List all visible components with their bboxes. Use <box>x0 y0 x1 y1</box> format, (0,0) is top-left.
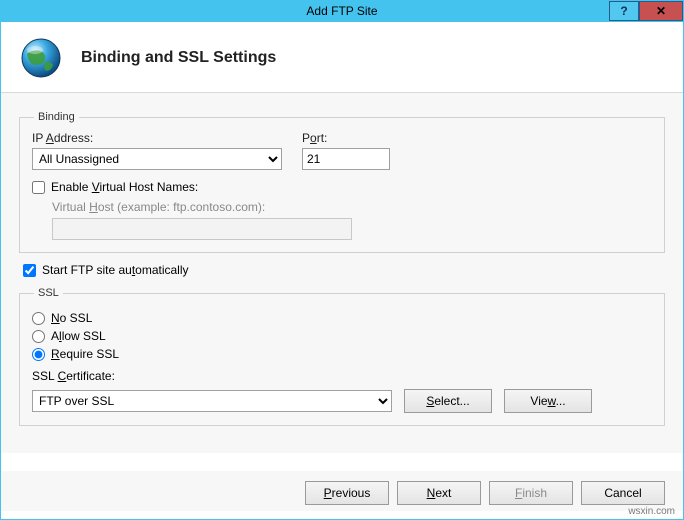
binding-legend: Binding <box>34 111 79 123</box>
page-title: Binding and SSL Settings <box>81 49 276 67</box>
autostart-checkbox[interactable] <box>23 264 36 277</box>
select-cert-button[interactable]: Select... <box>404 389 492 413</box>
help-button[interactable]: ? <box>609 1 639 21</box>
enable-vhost-label: Enable Virtual Host Names: <box>51 180 198 194</box>
binding-group: Binding IP Address: All Unassigned Port:… <box>19 111 665 253</box>
port-input[interactable] <box>302 148 390 170</box>
ssl-cert-combo[interactable]: FTP over SSL <box>32 390 392 412</box>
port-field: Port: <box>302 131 390 170</box>
titlebar: Add FTP Site ? ✕ <box>0 0 684 22</box>
wizard-header: Binding and SSL Settings <box>1 22 683 93</box>
finish-button: Finish <box>489 481 573 505</box>
vhost-block: Virtual Host (example: ftp.contoso.com): <box>52 200 652 240</box>
no-ssl-radio[interactable] <box>32 312 45 325</box>
ip-address-field: IP Address: All Unassigned <box>32 131 282 170</box>
ip-address-combo[interactable]: All Unassigned <box>32 148 282 170</box>
cancel-button[interactable]: Cancel <box>581 481 665 505</box>
no-ssl-label: No SSL <box>51 311 92 325</box>
vhost-input <box>52 218 352 240</box>
require-ssl-radio[interactable] <box>32 348 45 361</box>
enable-vhost-row: Enable Virtual Host Names: <box>32 180 652 194</box>
window-title: Add FTP Site <box>1 4 683 18</box>
require-ssl-row: Require SSL <box>32 347 652 361</box>
view-cert-button[interactable]: View... <box>504 389 592 413</box>
allow-ssl-radio[interactable] <box>32 330 45 343</box>
allow-ssl-row: Allow SSL <box>32 329 652 343</box>
globe-icon <box>19 36 63 80</box>
previous-button[interactable]: Previous <box>305 481 389 505</box>
autostart-row: Start FTP site automatically <box>23 263 661 277</box>
binding-row: IP Address: All Unassigned Port: <box>32 131 652 170</box>
port-label: Port: <box>302 131 390 145</box>
close-button[interactable]: ✕ <box>639 1 683 21</box>
titlebar-buttons: ? ✕ <box>609 1 683 21</box>
next-button[interactable]: Next <box>397 481 481 505</box>
vhost-label: Virtual Host (example: ftp.contoso.com): <box>52 200 652 214</box>
autostart-label: Start FTP site automatically <box>42 263 189 277</box>
watermark: wsxin.com <box>628 506 675 517</box>
allow-ssl-label: Allow SSL <box>51 329 106 343</box>
window-body: Binding and SSL Settings Binding IP Addr… <box>0 22 684 520</box>
ssl-legend: SSL <box>34 287 63 299</box>
ssl-cert-row: FTP over SSL Select... View... <box>32 389 652 413</box>
no-ssl-row: No SSL <box>32 311 652 325</box>
ip-address-label: IP Address: <box>32 131 282 145</box>
wizard-footer: Previous Next Finish Cancel <box>1 471 683 511</box>
ssl-cert-label: SSL Certificate: <box>32 369 652 383</box>
content-area: Binding IP Address: All Unassigned Port:… <box>1 93 683 453</box>
enable-vhost-checkbox[interactable] <box>32 181 45 194</box>
ssl-group: SSL No SSL Allow SSL Require SSL SSL Cer… <box>19 287 665 426</box>
require-ssl-label: Require SSL <box>51 347 119 361</box>
